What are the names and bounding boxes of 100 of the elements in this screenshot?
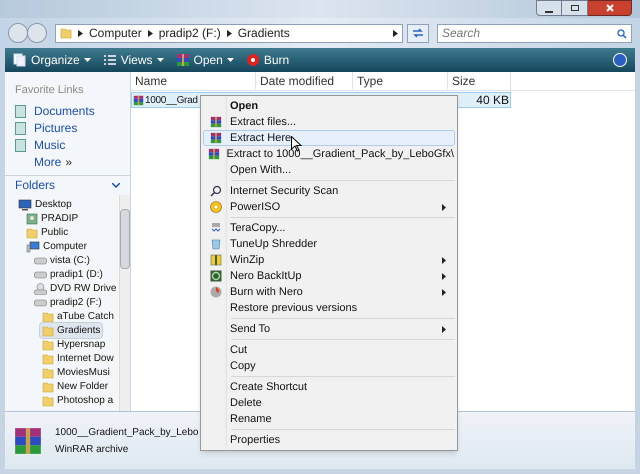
collapse-icon [112,182,120,188]
submenu-arrow-icon [442,326,446,332]
folder-icon [42,324,54,336]
document-icon [15,104,26,118]
folder-icon [42,380,54,392]
search-field[interactable]: Search [437,24,632,42]
tree-item[interactable]: MoviesMusi [39,364,113,381]
pages-icon [13,53,27,67]
column-header[interactable]: Type [353,72,448,90]
scrollbar[interactable] [119,194,130,411]
column-header[interactable]: Name [131,72,256,90]
maximize-button[interactable] [562,0,588,16]
tree-item[interactable]: Internet Dow [39,350,117,367]
archive-icon [210,116,222,128]
menu-item[interactable]: Cut [203,342,455,358]
menu-item[interactable]: PowerISO [203,199,455,215]
details-name: 1000__Gradient_Pack_by_Lebo [55,426,198,440]
address-bar[interactable]: Computer pradip2 (F:) Gradients [55,24,403,42]
toolbar-button[interactable]: Open [176,51,234,69]
toolbar-button[interactable]: Organize [13,51,91,69]
menu-item[interactable]: Properties [203,432,455,448]
menu-item[interactable]: Internet Security Scan [203,183,455,199]
submenu-arrow-icon [442,288,446,296]
close-button[interactable] [588,0,632,16]
tree-item[interactable]: vista (C:) [31,252,93,269]
tree-item[interactable]: DVD RW Drive [31,280,120,297]
submenu-arrow-icon [442,272,446,280]
tree-item[interactable]: Hypersnap [39,336,108,353]
tree-item[interactable]: New Folder [39,378,112,395]
archive-icon [13,426,43,456]
menu-item[interactable]: WinZip [203,252,455,268]
breadcrumb[interactable]: Gradients [238,24,290,42]
more-glyph: » [65,154,72,171]
favorite-link[interactable]: Documents [5,102,130,120]
menu-item[interactable]: Burn with Nero [203,284,455,300]
section-title: Favorite Links [14,83,84,98]
favorite-link[interactable]: Pictures [5,120,130,136]
menu-item[interactable]: Restore previous versions [203,300,455,316]
menu-item[interactable]: TuneUp Shredder [203,236,455,252]
menu-item[interactable]: Nero BackItUp [203,268,455,284]
menu-item[interactable]: Create Shortcut [203,379,455,395]
search-icon [617,28,627,38]
trash-icon [210,238,222,250]
folder-icon [42,366,54,378]
archive-icon [208,148,220,160]
menu-item[interactable]: Open With... [203,162,455,178]
submenu-arrow-icon [442,256,446,264]
ring-icon [210,270,222,282]
disc-icon [210,201,222,213]
document-icon [15,138,26,152]
close-icon [606,4,614,12]
breadcrumb[interactable]: Computer [89,24,142,42]
tree-item[interactable]: Desktop [15,196,75,213]
toolbar-button[interactable]: Burn [246,51,290,69]
archive-icon [210,132,222,144]
caret-icon [226,58,234,62]
drive-icon [34,270,47,279]
flame-disc-icon [210,286,222,298]
folder-icon [42,394,54,406]
burn-disc-icon [246,53,260,67]
archive-icon [133,94,144,106]
breadcrumb[interactable]: pradip2 (F:) [158,24,221,42]
tree-item[interactable]: pradip2 (F:) [31,294,105,311]
monitor-icon [18,198,32,210]
toolbar-button[interactable]: Views [102,51,164,69]
menu-item[interactable]: Send To [203,321,455,337]
details-type: WinRAR archive [55,442,130,456]
submenu-arrow-icon [442,204,446,210]
zip-icon [210,254,222,266]
tree-item[interactable]: Public [23,224,72,241]
tree-item[interactable]: aTube Catch [39,308,117,325]
tree-item[interactable]: PRADIP [23,210,82,227]
magnifier-icon [210,185,222,197]
folder-icon [42,352,54,364]
more-link[interactable]: More [34,153,62,171]
folder-icon [26,226,38,238]
refresh-button[interactable] [407,24,429,42]
menu-item[interactable]: Delete [203,395,455,411]
tree-item[interactable]: pradip1 (D:) [31,266,106,283]
minimize-button[interactable] [536,0,562,16]
chevron-icon [148,30,153,36]
chevron-icon [78,30,83,36]
menu-item[interactable]: Rename [203,411,455,427]
refresh-icon [412,28,424,38]
menu-item[interactable]: Copy [203,358,455,374]
menu-item[interactable]: Extract Here [203,130,455,146]
list-view-icon [102,54,117,66]
favorite-link[interactable]: Music [5,136,130,154]
tree-item[interactable]: Gradients [39,322,104,339]
caret-icon [156,58,164,62]
menu-item[interactable]: TeraCopy... [203,220,455,236]
tree-item[interactable]: Photoshop a [39,392,116,409]
tree-item[interactable]: Computer [23,238,90,255]
chevron-icon [226,30,232,36]
menu-item[interactable]: Open [203,98,455,114]
menu-item[interactable]: Extract to 1000__Gradient_Pack_by_LeboGfx\ [203,146,455,162]
column-header[interactable]: Size [448,72,511,90]
menu-item[interactable]: Extract files... [203,114,455,130]
column-header[interactable]: Date modified [256,72,353,90]
caret-icon [84,58,91,62]
